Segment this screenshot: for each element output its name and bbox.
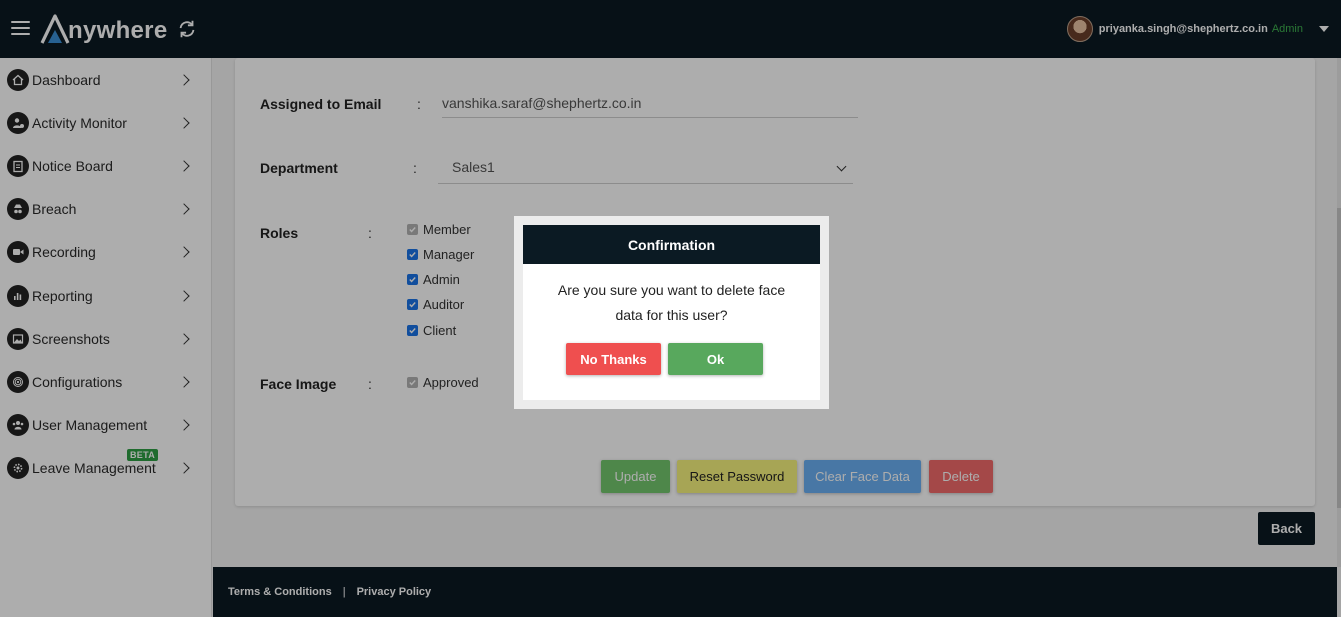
confirmation-dialog: Confirmation Are you sure you want to de… <box>523 225 820 400</box>
ok-button[interactable]: Ok <box>668 343 763 375</box>
no-thanks-button[interactable]: No Thanks <box>566 343 661 375</box>
dialog-title: Confirmation <box>523 225 820 264</box>
dialog-message: Are you sure you want to delete face dat… <box>557 282 786 323</box>
